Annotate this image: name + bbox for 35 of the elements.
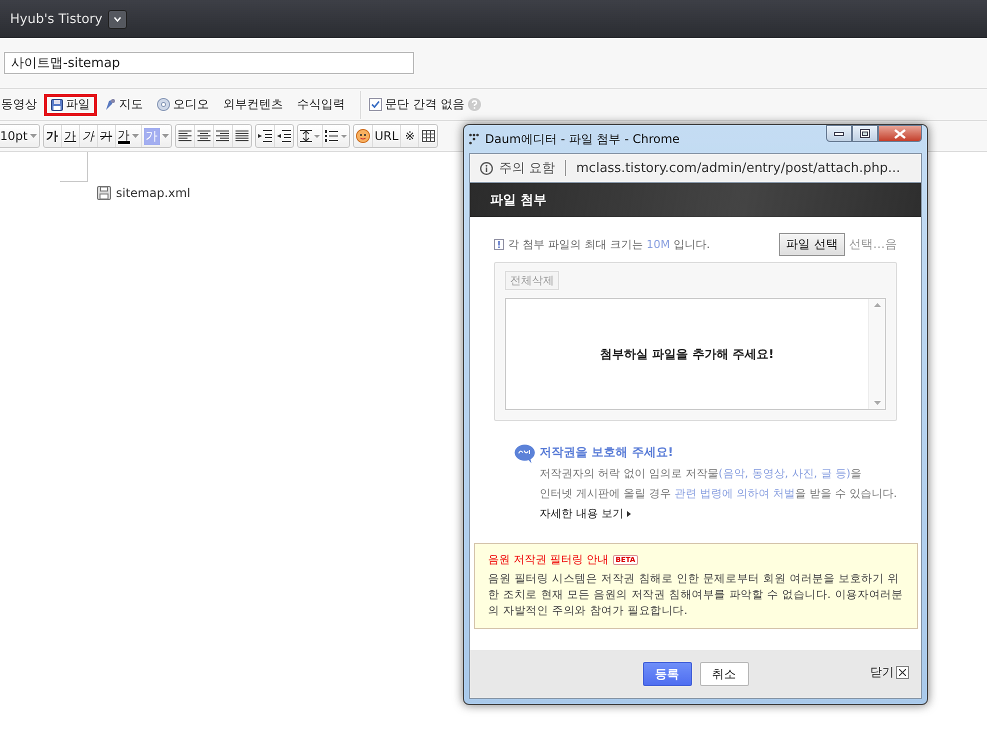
- url-text: mclass.tistory.com/admin/entry/post/attach.php...: [576, 160, 900, 176]
- insert-button[interactable]: URL: [372, 125, 402, 147]
- filter-title: 음원 저작권 필터링 안내: [488, 552, 608, 567]
- security-status: 주의 요함: [499, 160, 556, 177]
- insert-button[interactable]: ※: [401, 125, 420, 147]
- file-select-button[interactable]: 파일 선택: [779, 233, 845, 256]
- details-link[interactable]: 자세한 내용 보기: [540, 506, 897, 521]
- size-notice: 각 첨부 파일의 최대 크기는 10M 입니다.: [508, 237, 710, 252]
- empty-message: 첨부하실 파일을 추가해 주세요!: [600, 346, 774, 362]
- insert-menu-item[interactable]: 외부컨텐츠: [216, 94, 290, 116]
- text-style-button[interactable]: 가: [116, 125, 142, 147]
- copyright-text: 저작권자의 허락 없이 임의로 저작물(음악, 동영상, 사진, 글 등)을: [540, 466, 863, 481]
- attachment-name[interactable]: sitemap.xml: [116, 186, 190, 200]
- insert-menu-item[interactable]: 동영상: [0, 94, 44, 116]
- blog-title: Hyub's Tistory: [10, 12, 102, 26]
- font-size-select[interactable]: 10pt: [0, 125, 39, 147]
- insert-menu-item[interactable]: 수식입력: [290, 94, 352, 116]
- close-link[interactable]: 닫기: [870, 664, 909, 681]
- file-status: 선택…음: [849, 236, 897, 253]
- checkbox-label: 문단 간격 없음: [385, 96, 465, 113]
- copyright-text: 인터넷 게시판에 올릴 경우 관련 법령에 의하여 처벌을 받을 수 있습니다.: [540, 486, 897, 501]
- text-style-button[interactable]: 가: [98, 125, 116, 147]
- text-style-button[interactable]: 가: [80, 125, 98, 147]
- insert-menu-item[interactable]: 지도: [97, 94, 150, 116]
- insert-menu-item[interactable]: 오디오: [150, 94, 216, 116]
- cancel-button[interactable]: 취소: [700, 662, 748, 686]
- copyright-title: 저작권을 보호해 주세요!: [540, 444, 674, 461]
- filter-text: 음원 필터링 시스템은 저작권 침해로 인한 문제로부터 회원 여러분을 보호하기 위한 조치로 현재 모든 음원의 저작권 침해여부를 파악할 수 없습니다. 이용자여러분의 자발적인 주의와 참여가 필요합니다.: [488, 571, 904, 619]
- text-style-button[interactable]: 가: [62, 125, 80, 147]
- window-title: Daum에디터 - 파일 첨부 - Chrome: [485, 130, 680, 148]
- title-field[interactable]: 사이트맵-sitemap: [4, 52, 414, 74]
- insert-menu-item[interactable]: 파일: [44, 94, 97, 116]
- popup-header: 파일 첨부: [470, 183, 921, 217]
- submit-button[interactable]: 등록: [642, 662, 692, 686]
- text-style-button[interactable]: 가: [44, 125, 62, 147]
